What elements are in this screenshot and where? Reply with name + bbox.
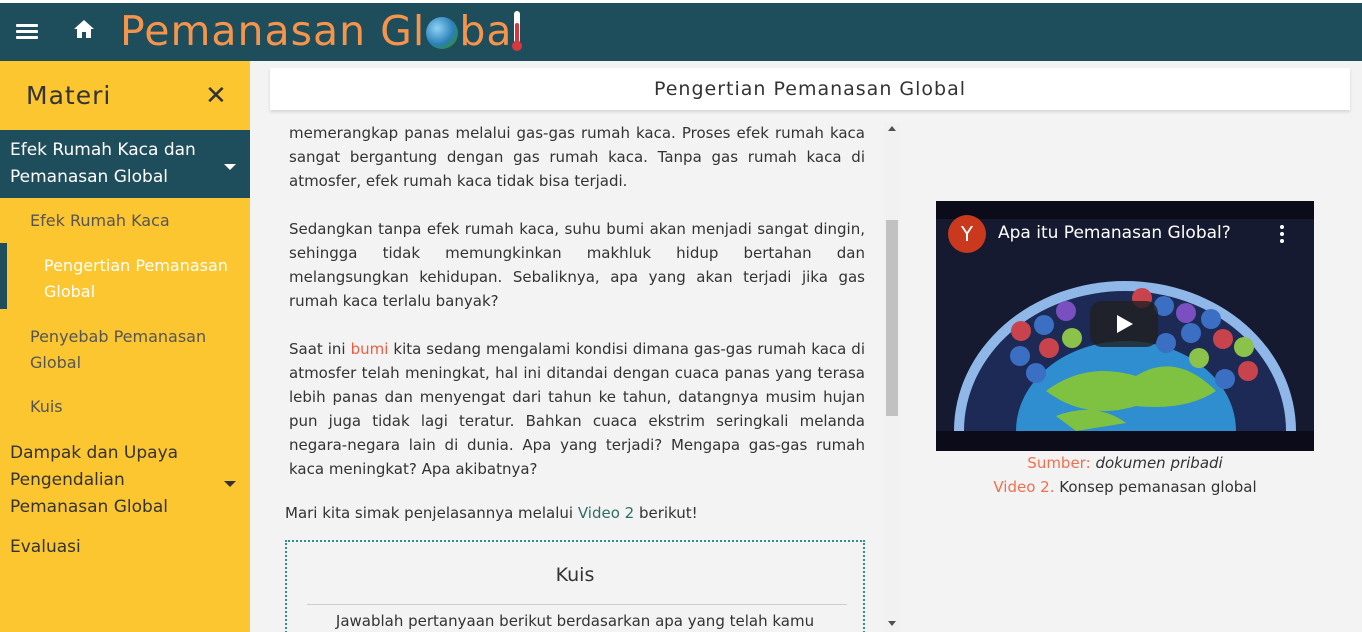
paragraph-3-end: kita sedang mengalami kondisi dimana gas… xyxy=(289,340,865,478)
brand-text-end: ba xyxy=(459,7,513,55)
sidebar-section-efek-rumah-kaca[interactable]: Efek Rumah Kaca dan Pemanasan Global xyxy=(0,130,250,198)
caption-label: Video 2. xyxy=(993,478,1055,496)
paragraph-1: memerangkap panas melalui gas-gas rumah … xyxy=(289,124,865,190)
globe-icon xyxy=(426,17,459,49)
source-label: Sumber: xyxy=(1027,454,1091,472)
sidebar-section-label: Efek Rumah Kaca dan Pemanasan Global xyxy=(10,140,196,187)
scroll-down-arrow-icon[interactable] xyxy=(888,621,896,626)
play-icon[interactable] xyxy=(1090,301,1158,347)
source-value: dokumen pribadi xyxy=(1095,454,1223,472)
sidebar-item-pengertian-pemanasan-global[interactable]: Pengertian Pemanasan Global xyxy=(0,243,250,309)
caption-value: Konsep pemanasan global xyxy=(1059,478,1257,496)
chevron-down-icon xyxy=(224,164,236,170)
sidebar: Materi ✕ Efek Rumah Kaca dan Pemanasan G… xyxy=(0,61,250,632)
more-vertical-icon[interactable] xyxy=(1280,225,1284,246)
content-scrollbar[interactable] xyxy=(884,122,900,632)
sidebar-section-label: Evaluasi xyxy=(10,537,81,557)
divider xyxy=(307,604,847,605)
channel-avatar[interactable]: Y xyxy=(948,215,986,253)
paragraph-4-start: Mari kita simak penjelasannya melalui xyxy=(285,504,578,522)
sidebar-item-kuis[interactable]: Kuis xyxy=(0,394,250,420)
sidebar-item-label: Kuis xyxy=(30,397,63,416)
page-title: Pengertian Pemanasan Global xyxy=(270,68,1350,110)
sidebar-item-label: Pengertian Pemanasan Global xyxy=(44,256,228,301)
close-icon[interactable]: ✕ xyxy=(205,83,227,109)
paragraph-4-end: berikut! xyxy=(634,504,698,522)
quiz-box: Kuis Jawablah pertanyaan berikut berdasa… xyxy=(285,540,865,632)
paragraph-3-start: Saat ini xyxy=(289,340,351,358)
sidebar-section-label: Dampak dan Upaya Pengendalian Pemanasan … xyxy=(10,443,179,517)
scroll-up-arrow-icon[interactable] xyxy=(888,126,896,131)
top-bar: Pemanasan Gl ba xyxy=(0,0,1362,61)
thermometer-icon xyxy=(512,11,523,51)
sidebar-section-dampak[interactable]: Dampak dan Upaya Pengendalian Pemanasan … xyxy=(0,440,250,521)
home-icon[interactable] xyxy=(72,17,100,45)
video-caption: Video 2. Konsep pemanasan global xyxy=(900,478,1350,496)
sidebar-item-penyebab-pemanasan-global[interactable]: Penyebab Pemanasan Global xyxy=(0,324,250,376)
content-area: memerangkap panas melalui gas-gas rumah … xyxy=(270,122,884,632)
hamburger-icon[interactable] xyxy=(16,21,38,43)
sidebar-title: Materi xyxy=(26,81,112,110)
sidebar-section-evaluasi[interactable]: Evaluasi xyxy=(0,534,250,561)
video-title[interactable]: Apa itu Pemanasan Global? xyxy=(998,223,1231,243)
chevron-down-icon xyxy=(224,480,236,487)
quiz-instruction: Jawablah pertanyaan berikut berdasarkan … xyxy=(335,612,815,630)
video-source-caption: Sumber: dokumen pribadi xyxy=(900,454,1350,472)
video-player[interactable]: Y Apa itu Pemanasan Global? xyxy=(936,201,1314,451)
sidebar-item-efek-rumah-kaca[interactable]: Efek Rumah Kaca xyxy=(0,208,250,234)
quiz-title: Kuis xyxy=(555,564,595,586)
paragraph-4: Mari kita simak penjelasannya melalui Vi… xyxy=(285,501,861,525)
scroll-thumb[interactable] xyxy=(886,220,898,416)
app-logo: Pemanasan Gl ba xyxy=(120,7,523,55)
brand-text-start: Pemanasan Gl xyxy=(120,7,426,55)
keyword-bumi: bumi xyxy=(350,340,389,358)
paragraph-2: Sedangkan tanpa efek rumah kaca, suhu bu… xyxy=(289,220,865,310)
sidebar-item-label: Penyebab Pemanasan Global xyxy=(30,327,207,372)
paragraph-3: Saat ini bumi kita sedang mengalami kond… xyxy=(289,337,865,481)
video-reference-link[interactable]: Video 2 xyxy=(578,504,634,522)
sidebar-item-label: Efek Rumah Kaca xyxy=(30,211,170,230)
